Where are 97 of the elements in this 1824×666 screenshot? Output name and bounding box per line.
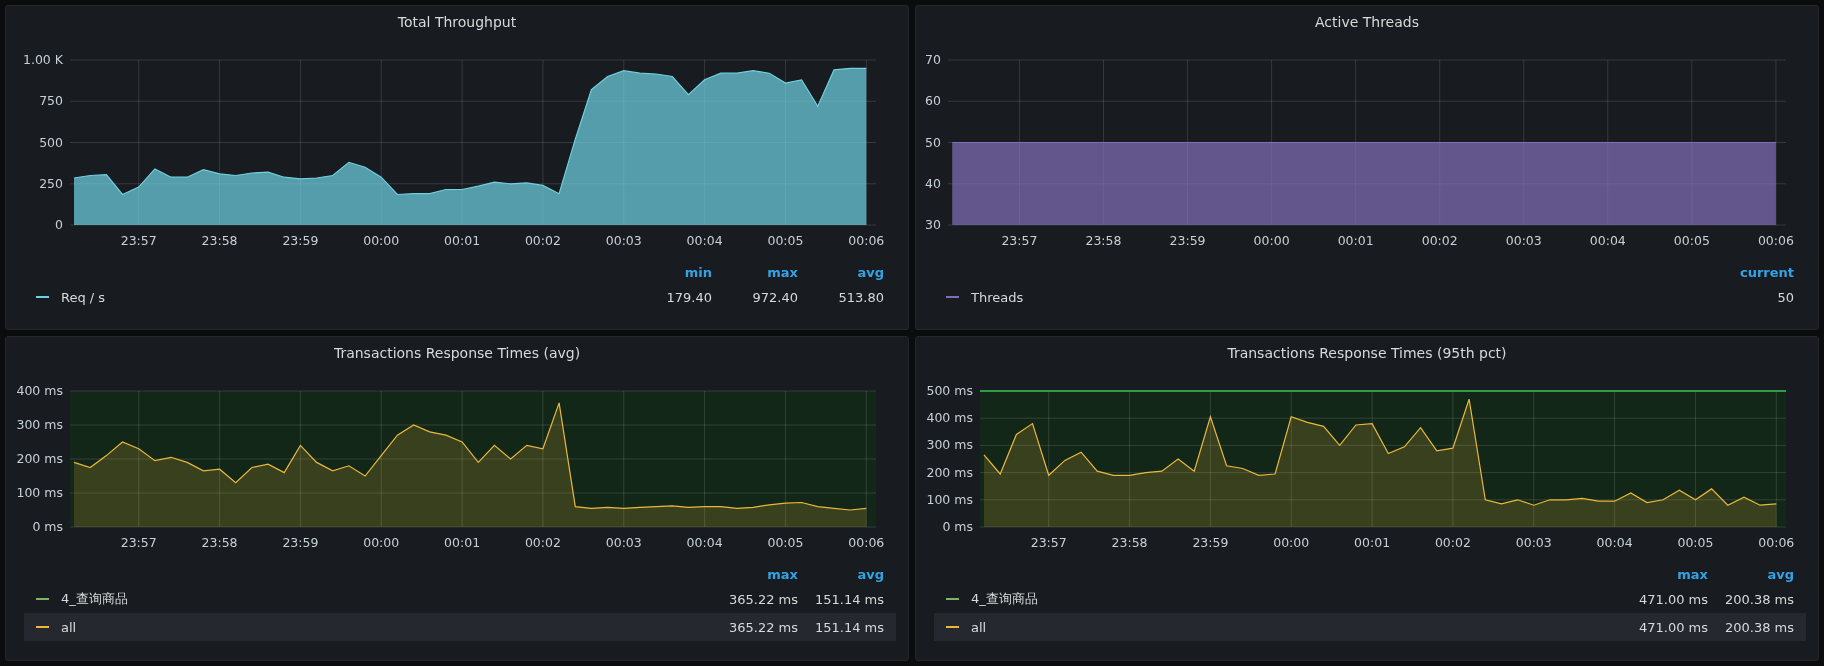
y-tick-label: 100 ms bbox=[926, 491, 973, 507]
legend-value: 365.22 ms bbox=[727, 619, 798, 635]
x-tick-label: 00:01 bbox=[1337, 233, 1374, 248]
series-name: Threads bbox=[971, 289, 1025, 305]
x-tick-label: 00:04 bbox=[1589, 233, 1626, 248]
x-tick-label: 00:04 bbox=[686, 535, 723, 550]
x-tick-label: 00:00 bbox=[1253, 233, 1290, 248]
x-tick-label: 00:03 bbox=[1515, 535, 1552, 550]
legend-value: 151.14 ms bbox=[813, 591, 884, 607]
x-tick-label: 23:58 bbox=[1085, 233, 1122, 248]
legend-row[interactable]: all 471.00 ms 200.38 ms bbox=[934, 613, 1806, 641]
x-tick-label: 00:03 bbox=[605, 535, 642, 550]
y-tick-label: 500 bbox=[39, 134, 63, 150]
series-name: all bbox=[971, 619, 988, 635]
x-tick-label: 00:01 bbox=[444, 535, 481, 550]
y-tick-label: 60 bbox=[925, 93, 941, 109]
x-tick-label: 00:00 bbox=[1273, 535, 1310, 550]
legend-value: 200.38 ms bbox=[1723, 591, 1794, 607]
x-tick-label: 23:58 bbox=[201, 233, 238, 248]
x-tick-label: 23:57 bbox=[120, 535, 157, 550]
legend-value: 365.22 ms bbox=[727, 591, 798, 607]
legend-value: 179.40 bbox=[665, 289, 712, 305]
x-tick-label: 00:05 bbox=[1673, 233, 1710, 248]
legend-row[interactable]: 4_查询商品 365.22 ms 151.14 ms bbox=[24, 585, 896, 613]
series-name: Req / s bbox=[61, 289, 107, 305]
y-tick-label: 400 ms bbox=[16, 383, 63, 398]
x-tick-label: 23:57 bbox=[1030, 535, 1067, 550]
y-tick-label: 50 bbox=[925, 134, 941, 150]
legend-column-header[interactable]: avg bbox=[798, 264, 884, 280]
legend-value: 471.00 ms bbox=[1637, 619, 1708, 635]
legend-column-header[interactable]: max bbox=[712, 566, 798, 582]
series-name: all bbox=[61, 619, 78, 635]
x-tick-label: 00:02 bbox=[524, 535, 561, 550]
y-tick-label: 40 bbox=[925, 175, 941, 191]
x-tick-label: 00:05 bbox=[767, 535, 804, 550]
x-tick-label: 00:05 bbox=[1677, 535, 1714, 550]
x-tick-label: 00:06 bbox=[1758, 535, 1795, 550]
y-tick-label: 0 bbox=[55, 217, 63, 232]
x-tick-label: 23:59 bbox=[1169, 233, 1206, 248]
y-tick-label: 250 bbox=[39, 175, 63, 191]
y-tick-label: 70 bbox=[925, 52, 941, 67]
legend-column-header[interactable]: max bbox=[712, 264, 798, 280]
legend-row[interactable]: all 365.22 ms 151.14 ms bbox=[24, 613, 896, 641]
panel-title: Active Threads bbox=[1315, 13, 1419, 32]
legend-value: 513.80 bbox=[837, 289, 884, 305]
x-tick-label: 23:59 bbox=[282, 535, 319, 550]
y-tick-label: 500 ms bbox=[926, 383, 973, 398]
series-name: 4_查询商品 bbox=[61, 590, 129, 608]
legend-column-header[interactable]: min bbox=[626, 264, 712, 280]
y-tick-label: 300 ms bbox=[926, 437, 973, 453]
x-tick-label: 00:02 bbox=[1434, 535, 1471, 550]
x-tick-label: 00:03 bbox=[605, 233, 642, 248]
x-tick-label: 23:59 bbox=[1192, 535, 1229, 550]
y-tick-label: 750 bbox=[39, 93, 63, 109]
y-tick-label: 400 ms bbox=[926, 410, 973, 426]
y-tick-label: 0 ms bbox=[942, 519, 973, 534]
x-tick-label: 00:06 bbox=[848, 233, 885, 248]
y-tick-label: 0 ms bbox=[32, 519, 63, 534]
x-tick-label: 00:06 bbox=[848, 535, 885, 550]
y-tick-label: 200 ms bbox=[926, 464, 973, 480]
x-tick-label: 00:02 bbox=[1421, 233, 1458, 248]
x-tick-label: 00:06 bbox=[1757, 233, 1794, 248]
x-tick-label: 23:59 bbox=[282, 233, 319, 248]
legend-value: 151.14 ms bbox=[813, 619, 884, 635]
x-tick-label: 23:58 bbox=[201, 535, 238, 550]
x-tick-label: 23:58 bbox=[1111, 535, 1148, 550]
legend-value: 200.38 ms bbox=[1723, 619, 1794, 635]
x-tick-label: 00:04 bbox=[686, 233, 723, 248]
legend-row[interactable]: Threads 50 bbox=[934, 283, 1806, 311]
y-tick-label: 100 ms bbox=[16, 485, 63, 500]
x-tick-label: 00:00 bbox=[363, 233, 400, 248]
legend-column-header[interactable]: current bbox=[1708, 264, 1794, 280]
x-tick-label: 00:04 bbox=[1596, 535, 1633, 550]
panel-title: Total Throughput bbox=[397, 13, 517, 32]
x-tick-label: 00:05 bbox=[767, 233, 804, 248]
legend-column-header[interactable]: max bbox=[1622, 566, 1708, 582]
x-tick-label: 00:01 bbox=[444, 233, 481, 248]
x-tick-label: 00:03 bbox=[1505, 233, 1542, 248]
x-tick-label: 00:01 bbox=[1354, 535, 1391, 550]
x-tick-label: 23:57 bbox=[120, 233, 157, 248]
legend-value: 471.00 ms bbox=[1637, 591, 1708, 607]
series-name: 4_查询商品 bbox=[971, 590, 1039, 608]
legend-column-header[interactable]: avg bbox=[798, 566, 884, 582]
legend-row[interactable]: Req / s 179.40 972.40 513.80 bbox=[24, 283, 896, 311]
panel-title: Transactions Response Times (avg) bbox=[333, 344, 581, 363]
legend-value: 50 bbox=[1776, 289, 1794, 305]
legend-column-header[interactable]: avg bbox=[1708, 566, 1794, 582]
y-tick-label: 1.00 K bbox=[23, 52, 63, 67]
x-tick-label: 00:00 bbox=[363, 535, 400, 550]
x-tick-label: 00:02 bbox=[524, 233, 561, 248]
y-tick-label: 30 bbox=[925, 217, 941, 232]
legend-row[interactable]: 4_查询商品 471.00 ms 200.38 ms bbox=[934, 585, 1806, 613]
y-tick-label: 300 ms bbox=[16, 417, 63, 432]
y-tick-label: 200 ms bbox=[16, 451, 63, 466]
x-tick-label: 23:57 bbox=[1001, 233, 1038, 248]
legend-value: 972.40 bbox=[751, 289, 798, 305]
panel-title: Transactions Response Times (95th pct) bbox=[1227, 344, 1507, 363]
